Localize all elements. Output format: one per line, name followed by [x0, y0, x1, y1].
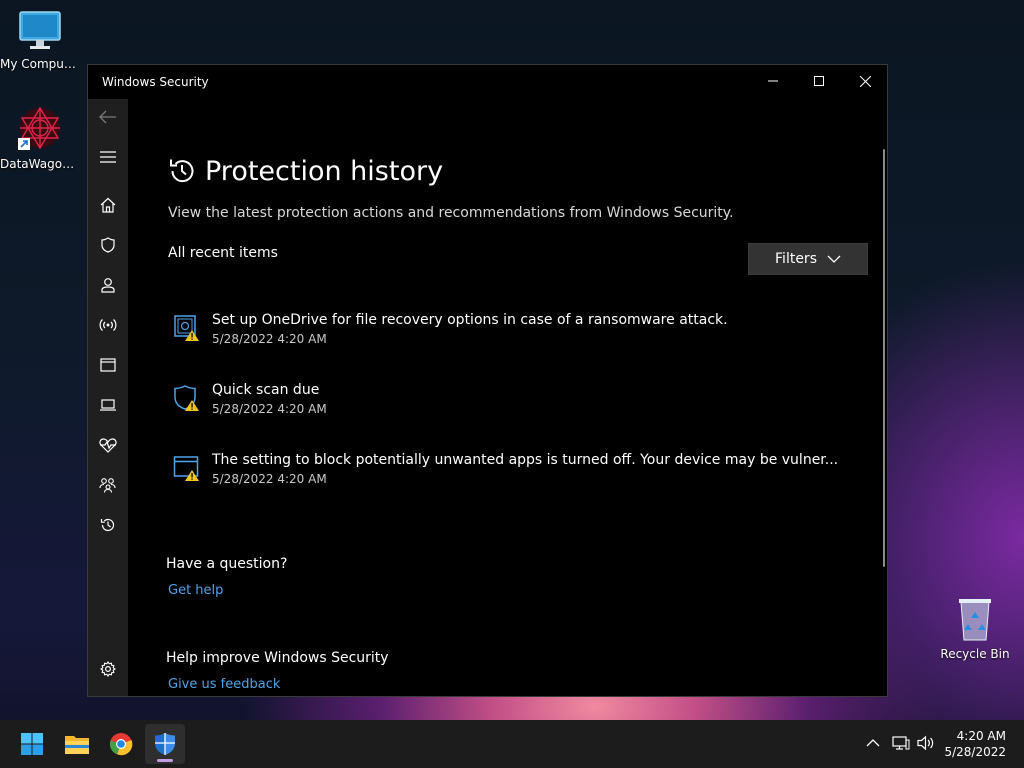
datawagon-icon — [18, 106, 60, 150]
taskbar-clock[interactable]: 4:20 AM 5/28/2022 — [944, 728, 1006, 760]
menu-icon — [100, 151, 116, 163]
network-status-icon[interactable] — [892, 735, 910, 751]
history-item[interactable]: Quick scan due 5/28/2022 4:20 AM — [168, 382, 848, 432]
sidebar-item-account-protection[interactable] — [88, 267, 128, 303]
back-button[interactable] — [88, 99, 128, 135]
device-security-icon — [100, 399, 116, 411]
maximize-button[interactable] — [796, 65, 842, 97]
navigation-sidebar — [88, 99, 128, 696]
history-icon — [170, 159, 194, 183]
chrome-button[interactable] — [101, 724, 141, 764]
history-item-title: Set up OneDrive for file recovery option… — [212, 312, 728, 328]
sidebar-item-firewall[interactable] — [88, 307, 128, 343]
get-help-link[interactable]: Get help — [168, 583, 223, 598]
desktop-icon-label: My Computer — [0, 57, 80, 71]
history-item-timestamp: 5/28/2022 4:20 AM — [212, 332, 327, 346]
settings-icon — [100, 661, 116, 677]
file-explorer-icon — [65, 736, 89, 754]
history-item-timestamp: 5/28/2022 4:20 AM — [212, 472, 327, 486]
sidebar-item-settings[interactable] — [88, 651, 128, 687]
clock-date: 5/28/2022 — [944, 745, 1006, 759]
recycle-bin-icon — [959, 599, 991, 641]
start-icon — [21, 733, 43, 755]
chevron-down-icon — [827, 255, 841, 263]
home-icon — [100, 197, 116, 213]
desktop-icon-recycle-bin[interactable]: Recycle Bin — [935, 596, 1015, 661]
sidebar-item-device-health[interactable] — [88, 427, 128, 463]
scrollbar[interactable] — [883, 149, 885, 567]
app-browser-warning-icon — [173, 456, 199, 481]
protection-history-page: Protection history View the latest prote… — [128, 99, 887, 696]
history-item[interactable]: Set up OneDrive for file recovery option… — [168, 312, 848, 362]
page-title: Protection history — [205, 156, 444, 187]
improve-heading: Help improve Windows Security — [166, 650, 389, 666]
title-bar[interactable]: Windows Security — [88, 65, 887, 99]
windows-security-taskbar-button[interactable] — [145, 724, 185, 764]
close-button[interactable] — [842, 65, 888, 97]
account-icon — [101, 278, 115, 293]
history-item[interactable]: The setting to block potentially unwante… — [168, 452, 848, 502]
sidebar-item-virus-protection[interactable] — [88, 227, 128, 263]
question-heading: Have a question? — [166, 556, 288, 572]
clock-time: 4:20 AM — [956, 729, 1006, 743]
active-app-indicator — [157, 759, 173, 762]
taskbar: 4:20 AM 5/28/2022 — [0, 720, 1024, 768]
volume-icon[interactable] — [917, 735, 935, 751]
windows-security-icon — [155, 733, 175, 755]
history-item-title: Quick scan due — [212, 382, 320, 398]
chrome-icon — [109, 733, 133, 756]
desktop-icon-datawagon[interactable]: DataWagon... — [0, 104, 80, 171]
close-icon — [859, 75, 871, 87]
sidebar-item-protection-history[interactable] — [88, 507, 128, 543]
chevron-up-icon[interactable] — [866, 739, 880, 747]
family-icon — [99, 478, 116, 493]
sidebar-item-home[interactable] — [88, 187, 128, 223]
filters-button[interactable]: Filters — [748, 243, 868, 275]
back-icon — [99, 110, 116, 124]
desktop-icon-label: DataWagon... — [0, 157, 80, 171]
minimize-icon — [768, 80, 778, 82]
minimize-button[interactable] — [750, 65, 796, 97]
menu-button[interactable] — [88, 139, 128, 175]
history-item-title: The setting to block potentially unwante… — [212, 452, 839, 468]
history-icon — [100, 518, 115, 532]
window-title: Windows Security — [102, 75, 209, 89]
file-explorer-button[interactable] — [57, 724, 97, 764]
sidebar-item-app-browser-control[interactable] — [88, 347, 128, 383]
sidebar-item-family-options[interactable] — [88, 467, 128, 503]
start-button[interactable] — [12, 724, 52, 764]
app-browser-icon — [100, 358, 116, 372]
section-label: All recent items — [168, 245, 278, 261]
monitor-icon — [19, 11, 61, 49]
give-feedback-link[interactable]: Give us feedback — [168, 677, 280, 692]
shield-warning-icon — [174, 385, 199, 411]
desktop-icon-label: Recycle Bin — [940, 647, 1010, 661]
shield-icon — [101, 237, 115, 253]
onedrive-warning-icon — [174, 315, 199, 341]
health-icon — [99, 438, 117, 453]
windows-security-window: Windows Security Protection history View… — [87, 64, 888, 697]
maximize-icon — [814, 76, 824, 86]
page-subtitle: View the latest protection actions and r… — [168, 205, 734, 221]
sidebar-item-device-security[interactable] — [88, 387, 128, 423]
history-item-timestamp: 5/28/2022 4:20 AM — [212, 402, 327, 416]
filters-label: Filters — [775, 251, 817, 267]
network-icon — [99, 319, 117, 331]
desktop-icon-my-computer[interactable]: My Computer — [0, 10, 80, 71]
